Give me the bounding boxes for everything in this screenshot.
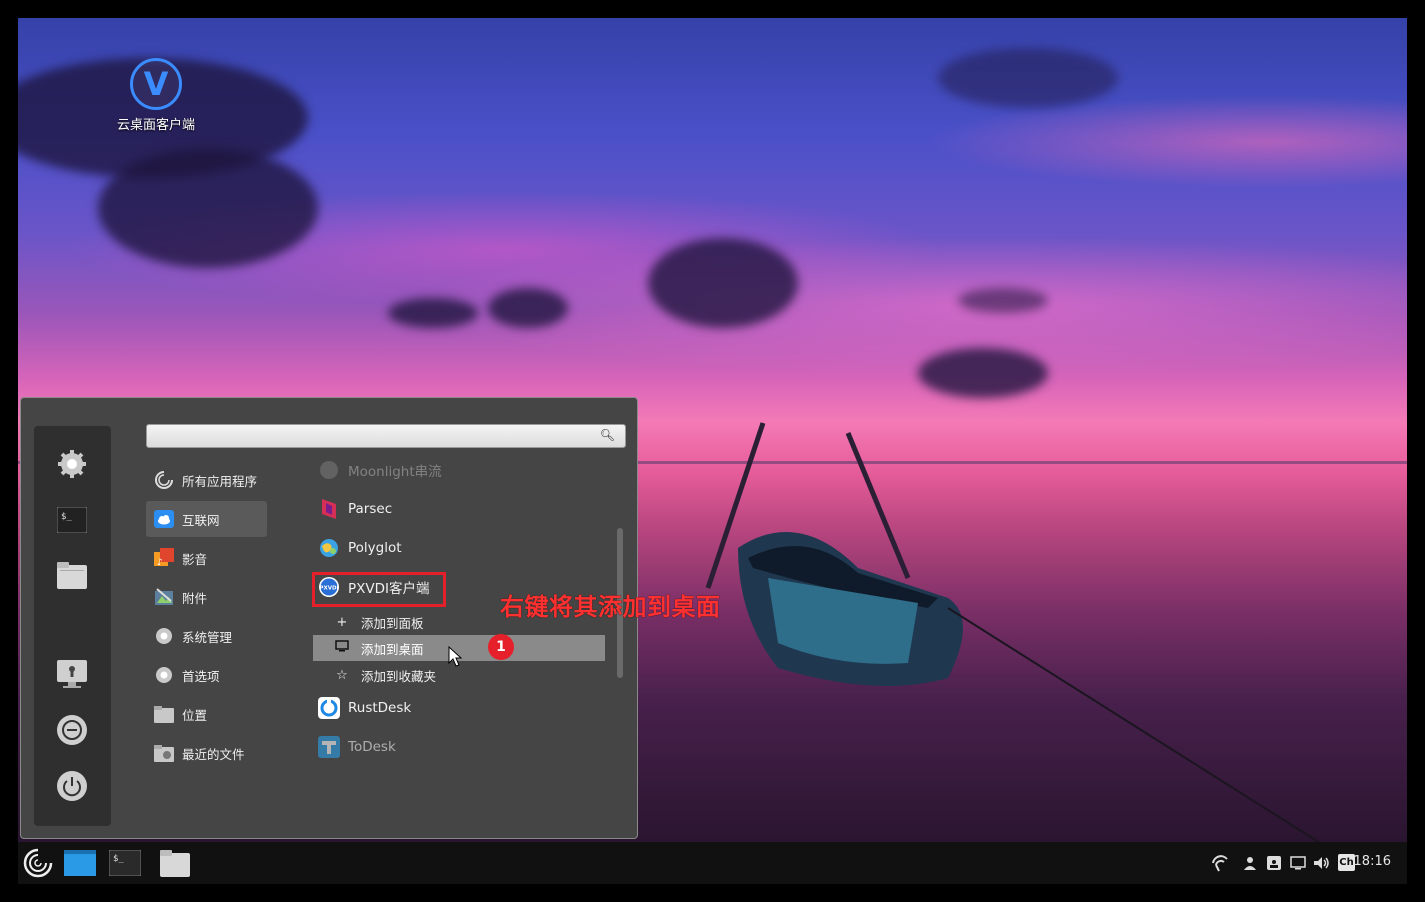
cloud	[938, 48, 1118, 108]
terminal-icon[interactable]: $_	[108, 847, 142, 879]
search-box: 🔍︎	[146, 424, 626, 448]
app-label: Polyglot	[348, 540, 402, 556]
volume-icon[interactable]	[1312, 853, 1332, 873]
category-label: 系统管理	[182, 629, 233, 645]
lock-screen-icon[interactable]	[54, 656, 90, 692]
category-label: 首选项	[182, 668, 220, 684]
folder-icon	[153, 703, 175, 725]
polyglot-globe-icon	[318, 537, 340, 559]
input-method-indicator[interactable]: Ch	[1338, 854, 1355, 871]
app-polyglot[interactable]: Polyglot	[313, 530, 402, 566]
all-apps-icon	[153, 469, 175, 491]
svg-text:♪: ♪	[157, 558, 163, 568]
notes-icon[interactable]	[1264, 853, 1284, 873]
moonlight-icon	[318, 459, 340, 481]
cloud	[918, 348, 1048, 398]
rustdesk-icon	[318, 697, 340, 719]
app-rustdesk[interactable]: RustDesk	[313, 690, 411, 726]
context-label: 添加到收藏夹	[361, 668, 437, 684]
category-multimedia[interactable]: ♪ 影音	[146, 540, 267, 576]
display-icon[interactable]	[1288, 853, 1308, 873]
app-parsec[interactable]: Parsec	[313, 491, 392, 527]
user-icon[interactable]	[1240, 853, 1260, 873]
todesk-icon	[318, 736, 340, 758]
category-label: 附件	[182, 590, 208, 606]
category-system-admin[interactable]: 系统管理	[146, 618, 267, 654]
power-icon[interactable]	[54, 768, 90, 804]
step-badge: 1	[488, 634, 514, 660]
search-input[interactable]	[153, 427, 597, 447]
cloud	[648, 238, 798, 328]
show-desktop-icon[interactable]	[63, 847, 97, 879]
app-label: RustDesk	[348, 700, 412, 716]
menu-sidebar: $_	[34, 426, 111, 826]
cloud	[488, 288, 568, 328]
taskbar: $_ Ch 18:16	[18, 842, 1407, 884]
category-preferences[interactable]: 首选项	[146, 657, 267, 693]
parsec-icon	[318, 498, 340, 520]
category-label: 互联网	[182, 512, 220, 528]
boat-silhouette	[705, 422, 1321, 842]
app-label: Parsec	[348, 501, 393, 517]
terminal-icon[interactable]: $_	[54, 502, 90, 538]
accessories-icon	[153, 586, 175, 608]
search-icon[interactable]: 🔍︎	[600, 428, 615, 442]
logout-icon[interactable]	[54, 712, 90, 748]
system-gear-icon	[153, 625, 175, 647]
desktop-monitor-icon	[333, 640, 351, 656]
menu-launcher-icon[interactable]	[21, 847, 55, 879]
cloud	[958, 288, 1048, 313]
category-label: 最近的文件	[182, 746, 245, 762]
context-label: 添加到面板	[361, 615, 424, 631]
settings-gear-icon[interactable]	[54, 446, 90, 482]
svg-text:$_: $_	[113, 854, 124, 864]
app-todesk[interactable]: ToDesk	[313, 729, 396, 765]
internet-cloud-icon	[153, 508, 175, 530]
category-recent-files[interactable]: 最近的文件	[146, 735, 267, 771]
category-all-apps[interactable]: 所有应用程序	[146, 462, 267, 498]
category-label: 影音	[182, 551, 208, 567]
annotation-text: 右键将其添加到桌面	[500, 593, 721, 621]
clock[interactable]: 18:16	[1354, 854, 1391, 869]
recent-folder-icon	[153, 742, 175, 764]
context-label: 添加到桌面	[361, 641, 424, 657]
category-label: 位置	[182, 707, 208, 723]
mouse-cursor-icon	[448, 646, 463, 667]
category-internet[interactable]: 互联网	[146, 501, 267, 537]
category-accessories[interactable]: 附件	[146, 579, 267, 615]
svg-text:$_: $_	[61, 512, 72, 522]
files-folder-icon[interactable]	[54, 558, 90, 594]
desktop-icon-label: 云桌面客户端	[116, 118, 195, 133]
desktop-icon-cloud-desktop-client[interactable]: V 云桌面客户端	[106, 58, 206, 133]
highlight-box	[312, 572, 446, 607]
app-label: Moonlight串流	[348, 464, 442, 480]
cloud	[98, 148, 318, 268]
plus-icon: +	[336, 614, 348, 630]
app-label: ToDesk	[348, 739, 396, 755]
category-label: 所有应用程序	[182, 473, 258, 489]
v-logo-icon: V	[130, 58, 182, 110]
category-places[interactable]: 位置	[146, 696, 267, 732]
network-wifi-icon[interactable]	[1210, 853, 1230, 873]
files-folder-icon[interactable]	[158, 847, 192, 879]
app-moonlight[interactable]: Moonlight串流	[313, 452, 442, 488]
multimedia-icon: ♪	[153, 547, 175, 569]
star-icon: ☆	[336, 667, 348, 683]
cloud	[388, 298, 478, 328]
preferences-gear-icon	[153, 664, 175, 686]
